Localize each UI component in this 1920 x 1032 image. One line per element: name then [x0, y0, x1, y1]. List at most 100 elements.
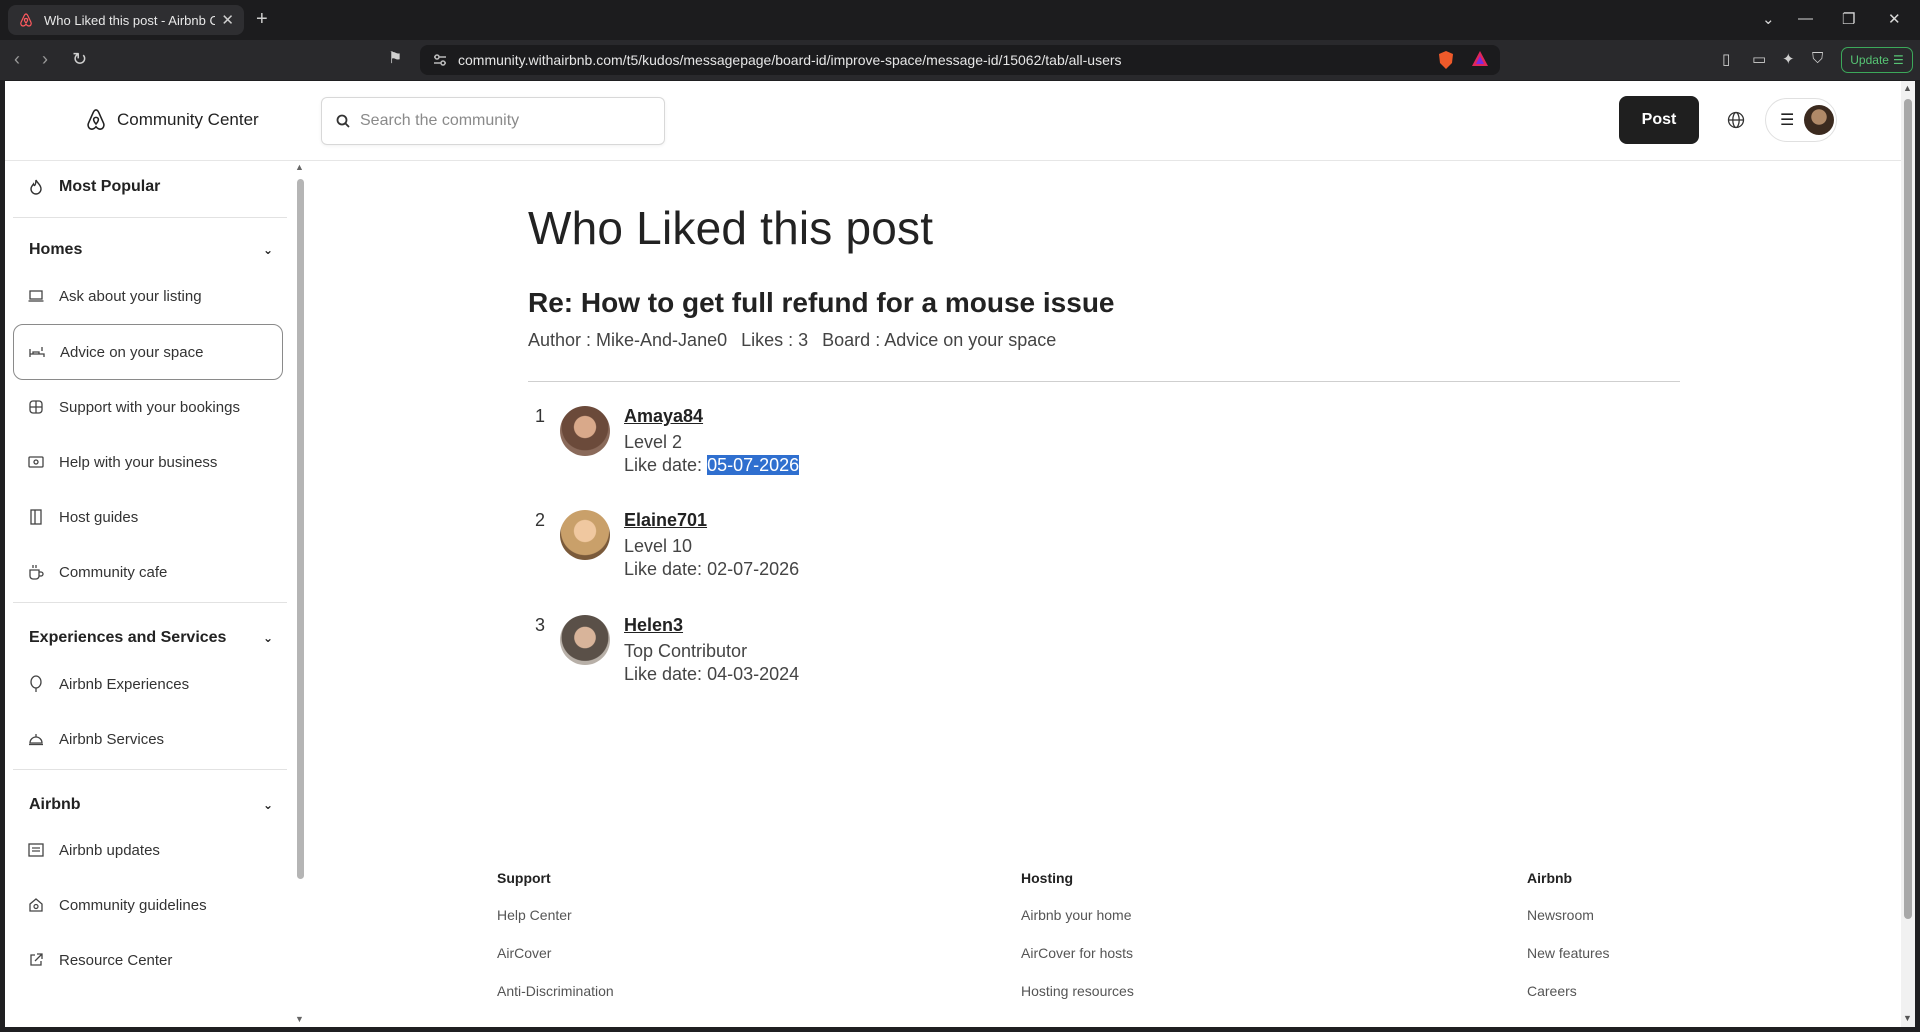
vpn-icon[interactable]: ⛉ [1812, 50, 1823, 67]
liker-username[interactable]: Elaine701 [624, 510, 707, 531]
sidebar-item-host-guides[interactable]: Host guides [13, 490, 283, 544]
sidebar-item-resource-center[interactable]: Resource Center [13, 933, 283, 987]
community-center-logo[interactable]: Community Center [85, 108, 259, 132]
balloon-icon [27, 675, 45, 693]
bed-icon [28, 343, 46, 361]
sidebar-item-community-cafe[interactable]: Community cafe [13, 545, 283, 599]
footer-link[interactable]: Help Center [497, 907, 614, 923]
tab-title: Who Liked this post - Airbnb Co [44, 12, 216, 28]
back-icon[interactable]: ‹ [14, 50, 20, 68]
section-experiences[interactable]: Experiences and Services ⌄ [29, 629, 283, 647]
sidebar-item-help-business[interactable]: Help with your business [13, 435, 283, 489]
airbnb-favicon-icon [18, 12, 34, 28]
close-window-icon[interactable]: ✕ [1888, 10, 1901, 28]
sidebar-item-advice-space[interactable]: Advice on your space [13, 324, 283, 380]
avatar[interactable] [560, 615, 610, 665]
sidebar-item-ask-listing[interactable]: Ask about your listing [13, 269, 283, 323]
post-title: Re: How to get full refund for a mouse i… [528, 287, 1115, 318]
chevron-down-icon: ⌄ [262, 631, 273, 645]
page-scrollbar[interactable]: ▲ ▼ [1901, 81, 1915, 1027]
liker-level: Level 10 [624, 536, 693, 556]
wallet-icon[interactable]: ▭ [1752, 50, 1766, 68]
new-tab-icon[interactable]: + [256, 8, 268, 30]
liker-date: Like date: 05-07-2026 [624, 455, 800, 475]
scroll-up-icon[interactable]: ▲ [1903, 83, 1912, 93]
flame-icon [27, 178, 45, 196]
search-icon [336, 114, 350, 128]
footer-link[interactable]: Anti-Discrimination [497, 983, 614, 999]
avatar [1804, 105, 1835, 135]
footer-link[interactable]: Airbnb your home [1021, 907, 1134, 923]
sidebar-item-support-bookings[interactable]: Support with your bookings [13, 380, 283, 434]
hamburger-icon: ☰ [1780, 112, 1795, 129]
search-input[interactable] [360, 112, 650, 130]
sidebar-toggle-icon[interactable]: ▯ [1722, 50, 1730, 68]
footer-heading: Airbnb [1527, 870, 1573, 886]
footer-link[interactable]: New features [1527, 945, 1609, 961]
sidebar-item-community-guidelines[interactable]: Community guidelines [13, 878, 283, 932]
sidebar-item-airbnb-experiences[interactable]: Airbnb Experiences [13, 657, 283, 711]
globe-icon[interactable] [1727, 111, 1745, 134]
scrollbar-thumb[interactable] [297, 179, 304, 879]
footer-link[interactable]: AirCover [497, 945, 614, 961]
footer-hosting: Hosting Airbnb your home AirCover for ho… [1021, 870, 1134, 1021]
update-button[interactable]: Update ☰ [1841, 47, 1913, 73]
airbnb-logo-icon [87, 109, 105, 130]
footer-link[interactable]: Newsroom [1527, 907, 1609, 923]
reload-icon[interactable]: ↻ [72, 50, 87, 68]
brave-rewards-icon[interactable] [1471, 50, 1489, 73]
logo-text: Community Center [117, 110, 259, 129]
profile-menu-button[interactable]: ☰ [1765, 98, 1837, 142]
footer-link[interactable]: AirCover for hosts [1021, 945, 1134, 961]
browser-tab[interactable]: Who Liked this post - Airbnb Co ✕ [8, 5, 244, 35]
sidebar: Most Popular Homes ⌄ Ask about your list… [5, 162, 295, 1027]
liker-row: 3 Helen3 Top Contributor Like date: 04-0… [535, 615, 935, 705]
liker-row: 1 Amaya84 Level 2 Like date: 05-07-2026 [535, 406, 935, 496]
divider [13, 769, 287, 770]
forward-icon[interactable]: › [42, 50, 48, 68]
leo-ai-icon[interactable]: ✦ [1782, 50, 1795, 68]
liker-username[interactable]: Helen3 [624, 615, 683, 636]
restore-icon[interactable]: ❐ [1842, 10, 1855, 28]
scrollbar-thumb[interactable] [1904, 99, 1912, 919]
footer-link[interactable]: Careers [1527, 983, 1609, 999]
tab-close-icon[interactable]: ✕ [221, 11, 234, 29]
liker-username[interactable]: Amaya84 [624, 406, 703, 427]
tab-search-icon[interactable]: ⌄ [1762, 10, 1775, 28]
section-homes[interactable]: Homes ⌄ [29, 241, 283, 259]
avatar[interactable] [560, 510, 610, 560]
scroll-down-icon[interactable]: ▼ [1903, 1013, 1912, 1023]
money-icon [27, 453, 45, 471]
search-box[interactable] [321, 97, 665, 145]
address-bar[interactable]: community.withairbnb.com/t5/kudos/messag… [420, 45, 1500, 75]
bell-service-icon [27, 730, 45, 748]
post-board: Board : Advice on your space [822, 330, 1057, 350]
site-settings-icon[interactable] [432, 52, 448, 71]
footer-heading: Support [497, 870, 551, 886]
section-airbnb[interactable]: Airbnb ⌄ [29, 796, 283, 814]
post-meta: Author : Mike-And-Jane0 Likes : 3 Board … [528, 330, 1056, 351]
minimize-icon[interactable]: — [1798, 10, 1813, 27]
footer-link[interactable]: Hosting resources [1021, 983, 1134, 999]
bookmark-icon[interactable]: ⚑ [388, 50, 402, 68]
avatar[interactable] [560, 406, 610, 456]
post-likes: Likes : 3 [741, 330, 809, 350]
brave-shields-icon[interactable] [1437, 50, 1455, 75]
url-text: community.withairbnb.com/t5/kudos/messag… [458, 52, 1122, 68]
divider [13, 217, 287, 218]
scroll-down-icon[interactable]: ▼ [295, 1014, 304, 1024]
post-author: Author : Mike-And-Jane0 [528, 330, 728, 350]
sidebar-item-most-popular[interactable]: Most Popular [13, 160, 283, 214]
sidebar-item-airbnb-services[interactable]: Airbnb Services [13, 712, 283, 766]
sidebar-scrollbar[interactable]: ▲ ▼ [294, 162, 306, 1027]
liker-rank: 2 [535, 510, 546, 530]
post-button[interactable]: Post [1619, 96, 1699, 144]
footer-heading: Hosting [1021, 870, 1074, 886]
selected-date-text: 05-07-2026 [707, 455, 800, 475]
liker-level: Level 2 [624, 432, 683, 452]
liker-date: Like date: 04-03-2024 [624, 664, 800, 684]
menu-icon: ☰ [1892, 53, 1904, 67]
sidebar-item-airbnb-updates[interactable]: Airbnb updates [13, 823, 283, 877]
scroll-up-icon[interactable]: ▲ [295, 162, 304, 172]
liker-row: 2 Elaine701 Level 10 Like date: 02-07-20… [535, 510, 935, 600]
